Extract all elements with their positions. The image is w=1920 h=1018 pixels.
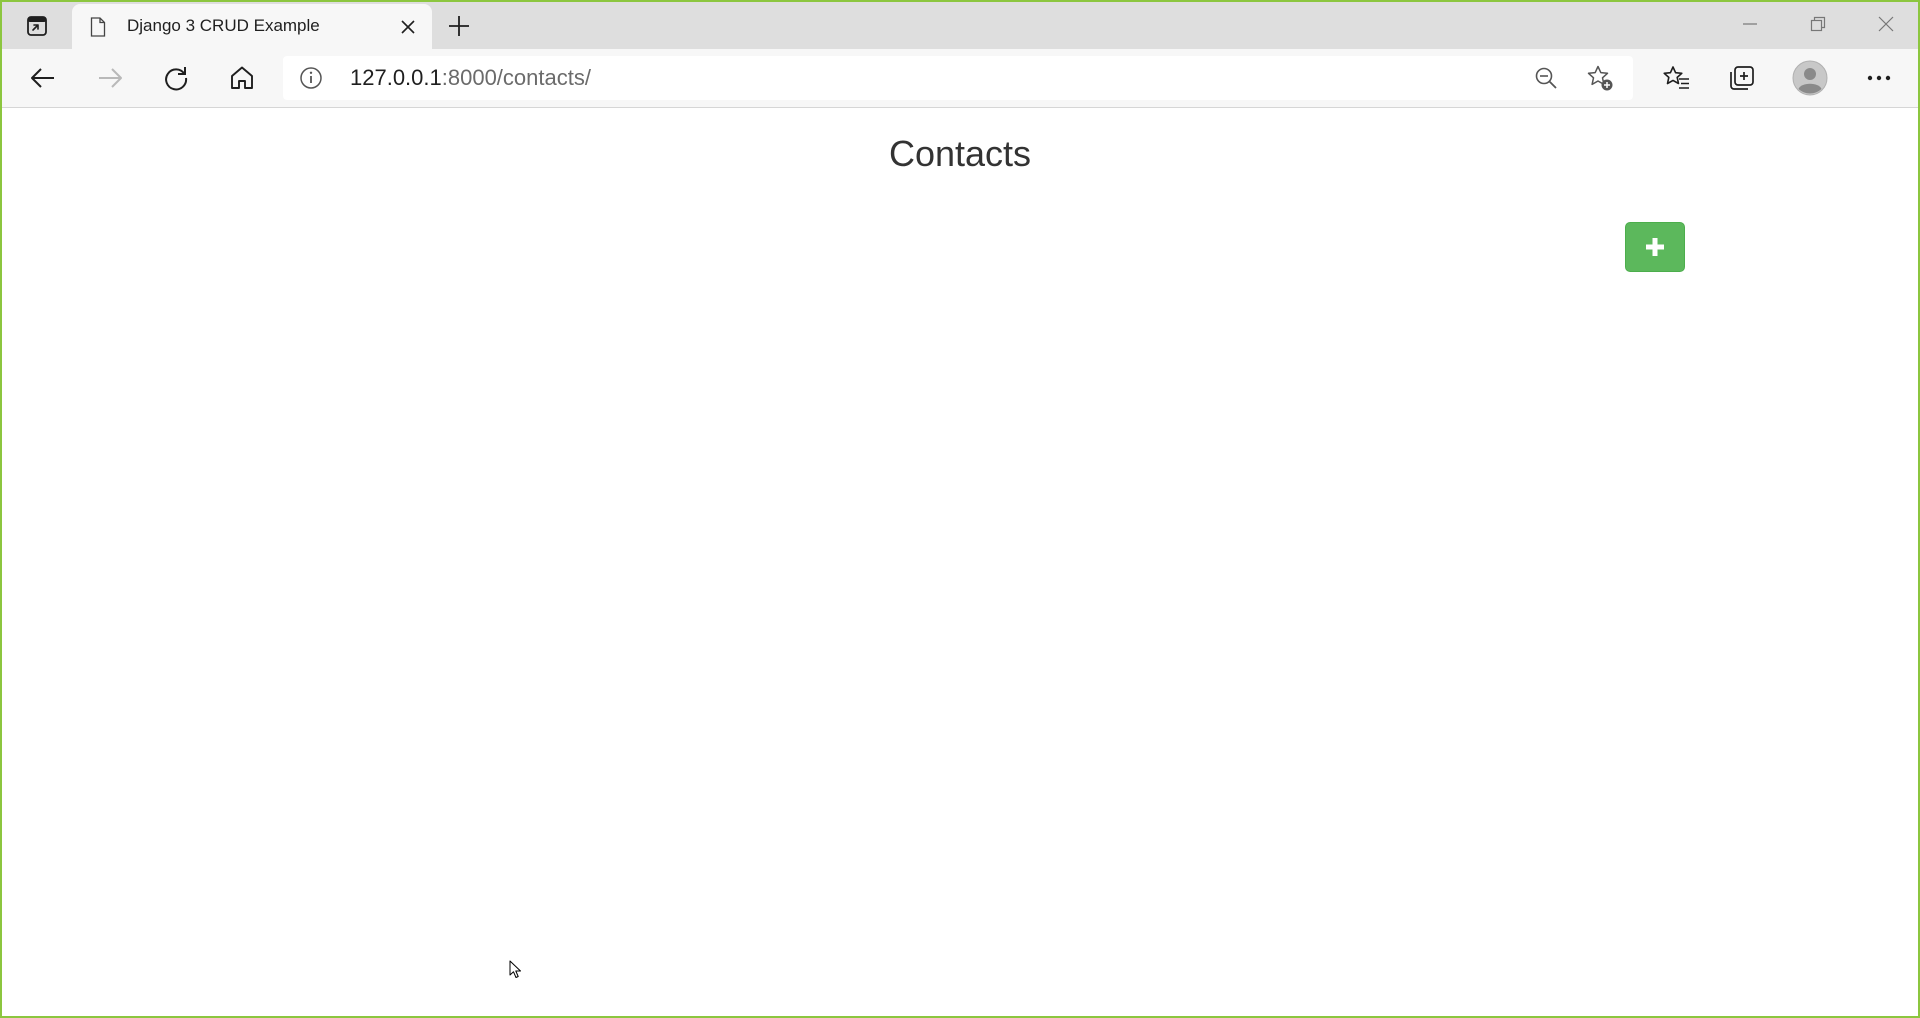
tab-actions-icon [27, 16, 47, 36]
collections-icon [1730, 66, 1754, 90]
favorites-icon [1663, 66, 1689, 89]
restore-button[interactable] [1784, 2, 1852, 46]
refresh-icon [165, 67, 188, 91]
page-title: Contacts [888, 133, 1032, 174]
close-window-button[interactable] [1852, 2, 1918, 46]
site-info-button[interactable] [297, 64, 325, 92]
page-content: Contacts [2, 108, 1918, 1016]
home-icon [231, 66, 253, 89]
active-tab[interactable]: Django 3 CRUD Example [72, 4, 432, 49]
tab-title: Django 3 CRUD Example [127, 16, 320, 35]
tab-strip: Django 3 CRUD Example [2, 2, 1918, 49]
plus-icon [449, 16, 469, 36]
collections-button[interactable] [1722, 58, 1762, 98]
add-favorite-button[interactable] [1584, 62, 1616, 94]
url-host: 127.0.0.1 [350, 65, 442, 90]
avatar-icon [1792, 60, 1828, 96]
url-text[interactable]: 127.0.0.1:8000/contacts/ [350, 67, 591, 89]
tab-actions-button[interactable] [20, 12, 54, 40]
forward-button[interactable] [90, 58, 130, 98]
minimize-button[interactable] [1716, 2, 1784, 46]
zoom-out-icon [1535, 67, 1557, 89]
new-tab-button[interactable] [443, 10, 475, 42]
mouse-cursor-icon [509, 960, 521, 978]
close-icon [1878, 16, 1894, 32]
zoom-out-button[interactable] [1530, 62, 1562, 94]
info-icon [300, 67, 322, 89]
more-button[interactable] [1859, 58, 1899, 98]
close-icon [401, 20, 415, 34]
favorites-button[interactable] [1656, 58, 1696, 98]
arrow-left-icon [31, 68, 54, 88]
add-contact-button[interactable] [1625, 222, 1685, 272]
back-button[interactable] [23, 58, 63, 98]
star-add-icon [1587, 65, 1613, 91]
page-icon [90, 17, 106, 37]
refresh-button[interactable] [156, 58, 196, 98]
address-bar[interactable]: 127.0.0.1:8000/contacts/ [283, 56, 1633, 100]
home-button[interactable] [222, 58, 262, 98]
minimize-icon [1743, 23, 1757, 25]
profile-button[interactable] [1790, 58, 1830, 98]
browser-window: Django 3 CRUD Example 127.0.0.1:8000/con… [0, 0, 1920, 1018]
browser-toolbar: 127.0.0.1:8000/contacts/ [2, 49, 1918, 108]
plus-icon [1646, 238, 1664, 256]
close-tab-button[interactable] [394, 13, 422, 41]
url-path: :8000/contacts/ [441, 65, 591, 90]
arrow-right-icon [99, 68, 122, 88]
restore-icon [1810, 16, 1826, 32]
more-icon [1867, 75, 1891, 81]
